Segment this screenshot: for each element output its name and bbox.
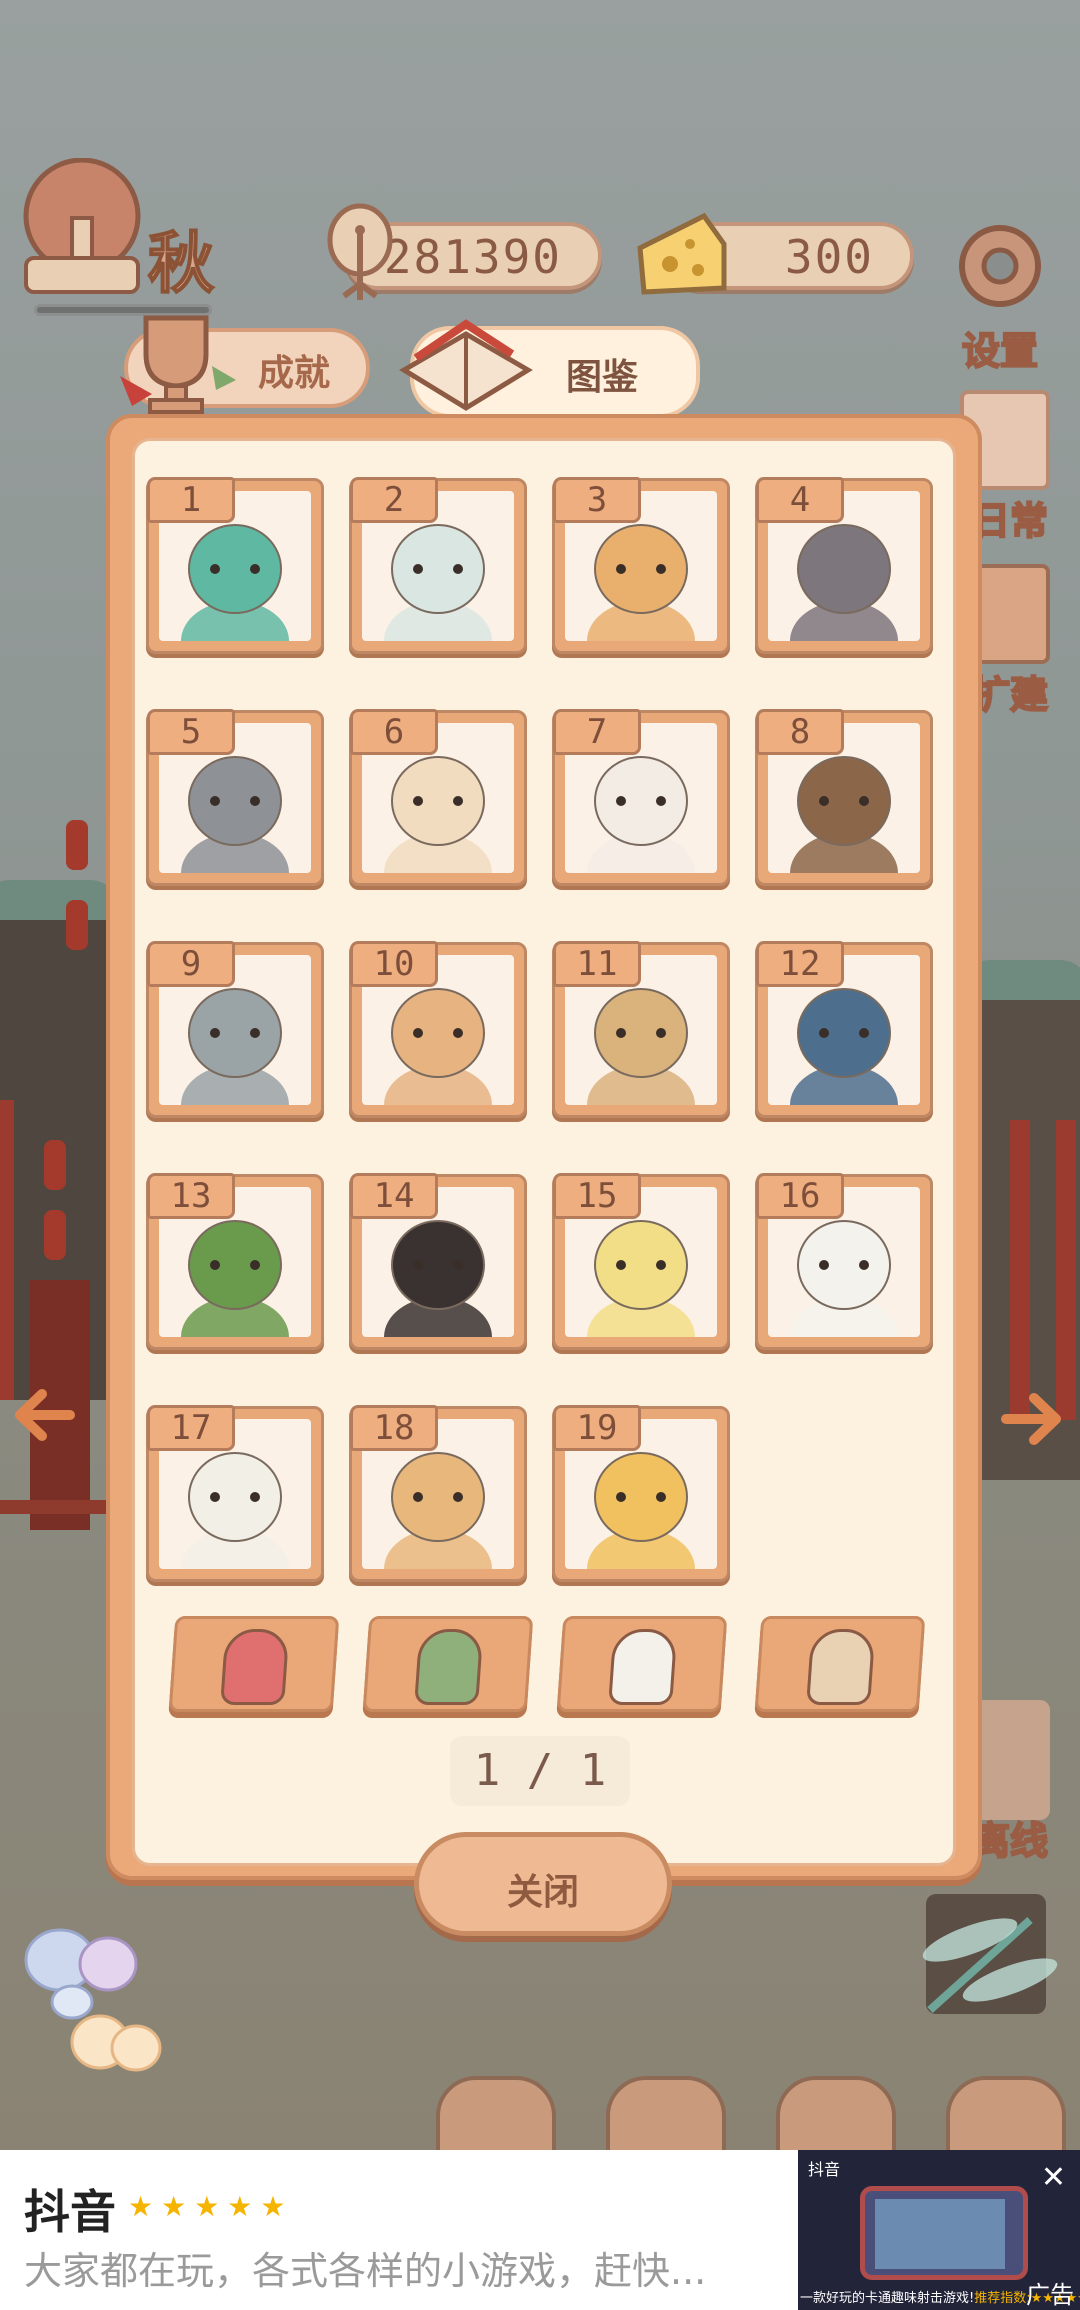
- card-number: 10: [350, 941, 438, 987]
- lantern-icon: [44, 1210, 66, 1260]
- lantern-icon: [44, 1140, 66, 1190]
- arrow-right-icon[interactable]: [996, 1384, 1066, 1454]
- season-label: 秋: [147, 223, 215, 303]
- collection-card[interactable]: 8: [755, 709, 933, 886]
- left-pillar: [0, 1100, 14, 1400]
- tv-icon: [860, 2186, 1028, 2280]
- lantern-icon: [66, 820, 88, 870]
- gift-button[interactable]: [362, 1616, 534, 1712]
- card-number: 6: [350, 709, 438, 755]
- collection-card[interactable]: 9: [146, 941, 324, 1118]
- fishbone-icon: [327, 203, 393, 300]
- open-book-icon: [399, 319, 533, 411]
- collection-card[interactable]: 14: [349, 1173, 527, 1350]
- gift-button[interactable]: [556, 1616, 728, 1712]
- collection-card[interactable]: 12: [755, 941, 933, 1118]
- ad-description: 大家都在玩，各式各样的小游戏，赶快...: [24, 2249, 707, 2293]
- ad-title: 抖音: [24, 2185, 116, 2239]
- tab-achievements-label: 成就: [258, 353, 331, 394]
- collection-card[interactable]: 4: [755, 477, 933, 654]
- dragonfly-icon: [922, 1917, 1058, 2013]
- collection-card[interactable]: 16: [755, 1173, 933, 1350]
- card-number: 19: [553, 1405, 641, 1451]
- card-number: 12: [756, 941, 844, 987]
- ad-caption-text: 一款好玩的卡通趣味射击游戏!: [800, 2291, 975, 2306]
- card-number: 18: [350, 1405, 438, 1451]
- collection-card[interactable]: 18: [349, 1405, 527, 1582]
- card-number: 2: [350, 477, 438, 523]
- gate-beam: [0, 1500, 120, 1514]
- ad-brand: 抖音: [808, 2160, 841, 2179]
- tab-collection-label: 图鉴: [566, 357, 639, 398]
- collection-card[interactable]: 6: [349, 709, 527, 886]
- ad-banner[interactable]: 抖音 ★★★★★ 大家都在玩，各式各样的小游戏，赶快... 抖音 ✕ 一款好玩的…: [0, 2150, 1080, 2310]
- cat-silhouette-icon: [608, 1629, 678, 1705]
- close-icon[interactable]: ✕: [1041, 2160, 1066, 2195]
- ad-image[interactable]: 抖音 ✕ 一款好玩的卡通趣味射击游戏!推荐指数:★★★★★ 广告: [798, 2150, 1080, 2310]
- right-pillar: [1010, 1120, 1030, 1420]
- collection-card[interactable]: 1: [146, 477, 324, 654]
- right-pillar: [1056, 1120, 1076, 1420]
- cheese-icon: [637, 212, 727, 295]
- lantern-icon: [66, 900, 88, 950]
- collection-card[interactable]: 15: [552, 1173, 730, 1350]
- card-number: 8: [756, 709, 844, 755]
- settings-label: 设置: [961, 327, 1039, 374]
- photo-icon: [806, 1629, 876, 1705]
- autumn-tree-icon: [23, 158, 141, 294]
- card-number: 13: [147, 1173, 235, 1219]
- season-indicator: 秋: [8, 158, 238, 316]
- game-preview: [875, 2199, 1005, 2269]
- settings-button[interactable]: 设置: [950, 216, 1050, 375]
- dock-stall-icon[interactable]: [606, 2076, 726, 2150]
- gift-button[interactable]: [754, 1616, 926, 1712]
- dock-trophy-icon[interactable]: [946, 2076, 1066, 2150]
- collection-card[interactable]: 11: [552, 941, 730, 1118]
- rose-icon: [220, 1629, 290, 1705]
- card-number: 11: [553, 941, 641, 987]
- ad-tag: 广告: [1026, 2281, 1074, 2309]
- card-number: 3: [553, 477, 641, 523]
- dock-window-icon[interactable]: [436, 2076, 556, 2150]
- collection-card[interactable]: 3: [552, 477, 730, 654]
- collection-card[interactable]: 2: [349, 477, 527, 654]
- trophy-icon: [120, 315, 236, 414]
- card-number: 16: [756, 1173, 844, 1219]
- collection-card[interactable]: 19: [552, 1405, 730, 1582]
- card-number: 7: [553, 709, 641, 755]
- close-button[interactable]: 关闭: [414, 1832, 672, 1936]
- dock-cake-icon[interactable]: [776, 2076, 896, 2150]
- butterfly-icon: [70, 2014, 162, 2072]
- collection-card[interactable]: 7: [552, 709, 730, 886]
- gift-button[interactable]: [168, 1616, 340, 1712]
- gear-icon: [959, 225, 1041, 307]
- collection-card[interactable]: 5: [146, 709, 324, 886]
- collection-card[interactable]: 17: [146, 1405, 324, 1582]
- collection-card[interactable]: 13: [146, 1173, 324, 1350]
- card-number: 17: [147, 1405, 235, 1451]
- card-number: 15: [553, 1173, 641, 1219]
- rating-stars: ★★★★★: [128, 2190, 294, 2223]
- card-number: 4: [756, 477, 844, 523]
- close-button-label: 关闭: [506, 1872, 579, 1913]
- bouquet-icon: [414, 1629, 484, 1705]
- left-roof: [0, 880, 120, 920]
- page-indicator: 1 / 1: [450, 1736, 630, 1806]
- card-number: 1: [147, 477, 235, 523]
- card-number: 14: [350, 1173, 438, 1219]
- card-number: 5: [147, 709, 235, 755]
- collection-card[interactable]: 10: [349, 941, 527, 1118]
- card-number: 9: [147, 941, 235, 987]
- arrow-left-icon[interactable]: [10, 1380, 80, 1450]
- cheese-count: 300: [784, 230, 874, 284]
